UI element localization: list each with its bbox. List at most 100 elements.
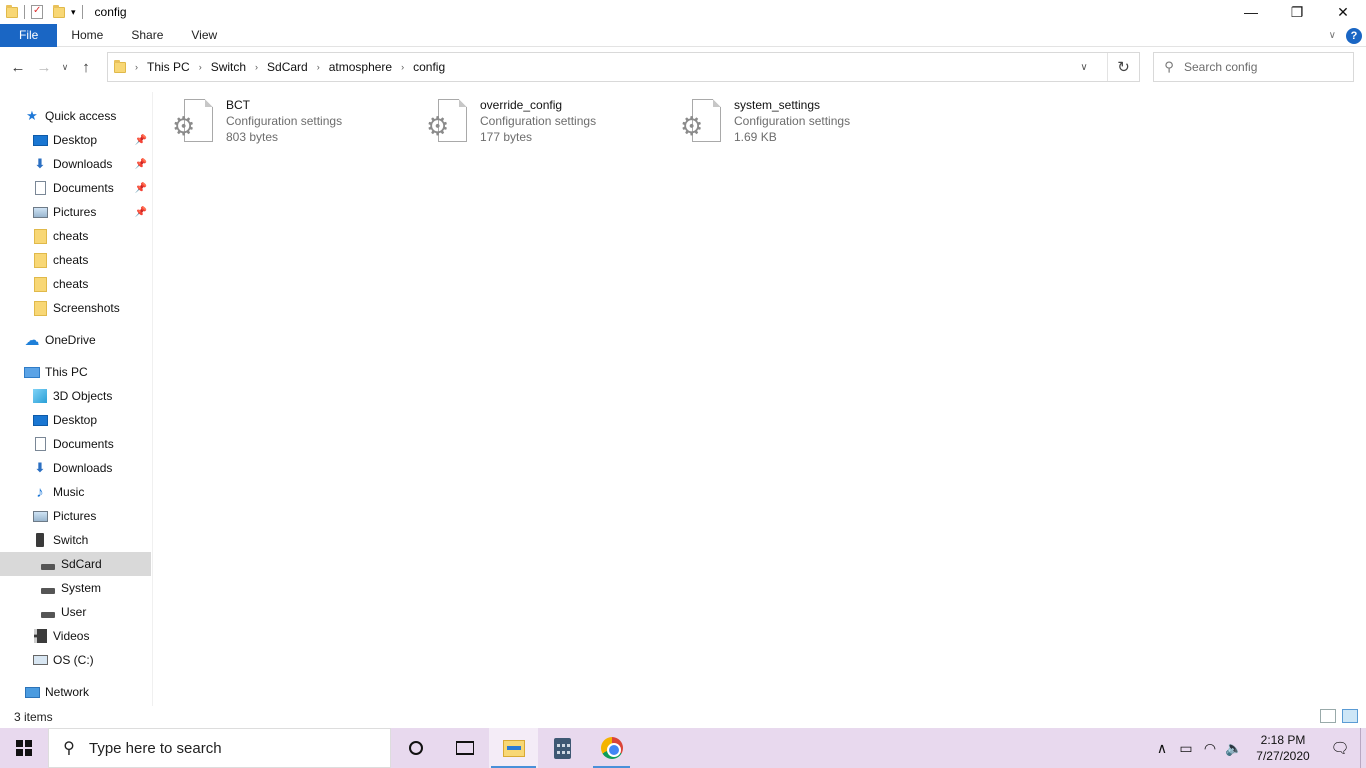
show-hidden-icons-chevron-icon[interactable]: ∧: [1150, 740, 1174, 757]
drive-icon: [40, 556, 56, 572]
tab-share[interactable]: Share: [117, 24, 177, 47]
breadcrumb-switch[interactable]: Switch: [211, 60, 246, 74]
notification-center-icon[interactable]: 🗨: [1320, 739, 1360, 757]
recent-locations-chevron-icon[interactable]: ∨: [57, 54, 73, 80]
nav-documents[interactable]: Documents: [0, 432, 151, 456]
tiles-view-icon[interactable]: [1342, 709, 1358, 723]
nav-downloads[interactable]: ⬇ Downloads: [0, 456, 151, 480]
nav-system[interactable]: System: [0, 576, 151, 600]
breadcrumb-chevron-icon[interactable]: ›: [317, 62, 320, 72]
breadcrumb-this-pc[interactable]: This PC: [147, 60, 190, 74]
file-item-bct[interactable]: ⚙ BCT Configuration settings 803 bytes: [154, 97, 404, 149]
file-explorer-taskbar-button[interactable]: [489, 728, 538, 768]
config-file-icon: ⚙: [680, 97, 721, 145]
breadcrumb-sdcard[interactable]: SdCard: [267, 60, 308, 74]
taskbar: ⚲ Type here to search ∧ ▭ ◠ 🔈 2:18 PM 7/…: [0, 728, 1366, 768]
nav-user[interactable]: User: [0, 600, 151, 624]
up-button[interactable]: ↑: [73, 54, 99, 80]
nav-switch[interactable]: Switch: [0, 528, 151, 552]
tab-home[interactable]: Home: [57, 24, 117, 47]
file-item-override-config[interactable]: ⚙ override_config Configuration settings…: [408, 97, 658, 149]
nav-music[interactable]: ♪ Music: [0, 480, 151, 504]
nav-sdcard[interactable]: SdCard: [0, 552, 151, 576]
nav-network[interactable]: Network: [0, 680, 151, 704]
nav-label: Music: [53, 485, 85, 499]
nav-quick-cheats[interactable]: cheats: [0, 272, 151, 296]
nav-label: cheats: [53, 277, 89, 291]
expand-ribbon-chevron-icon[interactable]: ∨: [1329, 30, 1336, 41]
show-desktop-button[interactable]: [1360, 728, 1366, 768]
nav-quick-screenshots[interactable]: Screenshots: [0, 296, 151, 320]
nav-quick-cheats[interactable]: cheats: [0, 224, 151, 248]
calculator-taskbar-button[interactable]: [538, 728, 587, 768]
help-icon[interactable]: ?: [1346, 27, 1362, 44]
file-list: ⚙ BCT Configuration settings 803 bytes ⚙…: [154, 92, 1366, 706]
nav-quick-desktop[interactable]: Desktop 📌: [0, 128, 151, 152]
nav-label: OS (C:): [53, 653, 94, 667]
customize-toolbar-chevron-icon[interactable]: ▾: [71, 7, 76, 18]
close-button[interactable]: ✕: [1320, 0, 1366, 24]
file-type: Configuration settings: [480, 114, 597, 128]
tab-view[interactable]: View: [177, 24, 231, 47]
wifi-icon[interactable]: ◠: [1198, 740, 1222, 757]
nav-quick-access[interactable]: ★ Quick access: [24, 104, 175, 128]
nav-os-drive[interactable]: OS (C:): [0, 648, 151, 672]
refresh-button[interactable]: ↻: [1107, 53, 1139, 81]
tab-file[interactable]: File: [0, 23, 58, 47]
breadcrumb-config[interactable]: config: [413, 60, 445, 74]
address-bar[interactable]: › This PC › Switch › SdCard › atmosphere…: [107, 52, 1140, 82]
pin-icon: 📌: [134, 182, 147, 194]
nav-3d-objects[interactable]: 3D Objects: [0, 384, 151, 408]
downloads-icon: ⬇: [34, 460, 46, 475]
volume-icon[interactable]: 🔈: [1222, 740, 1246, 757]
nav-quick-cheats[interactable]: cheats: [0, 248, 151, 272]
nav-label: SdCard: [61, 557, 102, 571]
properties-icon[interactable]: [31, 5, 43, 19]
nav-quick-pictures[interactable]: Pictures 📌: [0, 200, 151, 224]
taskbar-search-box[interactable]: ⚲ Type here to search: [48, 728, 391, 768]
breadcrumb-chevron-icon[interactable]: ›: [135, 62, 138, 72]
back-button[interactable]: ←: [5, 54, 31, 80]
nav-quick-downloads[interactable]: ⬇ Downloads 📌: [0, 152, 151, 176]
address-history-chevron-icon[interactable]: ∨: [1073, 53, 1095, 81]
breadcrumb-chevron-icon[interactable]: ›: [255, 62, 258, 72]
file-name: system_settings: [734, 98, 821, 112]
minimize-button[interactable]: —: [1228, 0, 1274, 24]
desktop-icon: [32, 132, 48, 148]
restore-button[interactable]: ❐: [1274, 0, 1320, 24]
nav-desktop[interactable]: Desktop: [0, 408, 151, 432]
search-input[interactable]: ⚲ Search config: [1153, 52, 1354, 82]
new-folder-icon[interactable]: [53, 4, 65, 18]
clock[interactable]: 2:18 PM 7/27/2020: [1246, 732, 1320, 764]
nav-this-pc[interactable]: This PC: [0, 360, 151, 384]
pictures-icon: [32, 508, 48, 524]
battery-icon[interactable]: ▭: [1174, 740, 1198, 757]
cortana-button[interactable]: [391, 728, 440, 768]
breadcrumb-chevron-icon[interactable]: ›: [199, 62, 202, 72]
file-item-system-settings[interactable]: ⚙ system_settings Configuration settings…: [662, 97, 912, 149]
start-button[interactable]: [0, 728, 48, 768]
task-view-button[interactable]: [440, 728, 489, 768]
clock-time: 2:18 PM: [1260, 733, 1306, 747]
folder-icon: [32, 300, 48, 316]
calculator-icon: [554, 737, 571, 759]
nav-quick-documents[interactable]: Documents 📌: [0, 176, 151, 200]
breadcrumb-atmosphere[interactable]: atmosphere: [329, 60, 392, 74]
nav-label: 3D Objects: [53, 389, 113, 403]
ribbon-right-controls: ∨ ?: [1329, 24, 1362, 47]
nav-pictures[interactable]: Pictures: [0, 504, 151, 528]
nav-videos[interactable]: Videos: [0, 624, 151, 648]
windows-logo-icon: [16, 740, 32, 756]
nav-label: Documents: [53, 437, 114, 451]
cloud-icon: ☁: [24, 332, 40, 349]
details-view-icon[interactable]: [1320, 709, 1336, 723]
breadcrumb-chevron-icon[interactable]: ›: [401, 62, 404, 72]
chrome-taskbar-button[interactable]: [587, 728, 636, 768]
forward-button[interactable]: →: [31, 54, 57, 80]
window-title: config: [94, 5, 127, 19]
folder-icon: [32, 276, 48, 292]
nav-onedrive[interactable]: ☁ OneDrive: [0, 328, 151, 352]
downloads-icon: ⬇: [34, 156, 46, 171]
folder-icon: [32, 228, 48, 244]
nav-label: This PC: [45, 365, 88, 379]
